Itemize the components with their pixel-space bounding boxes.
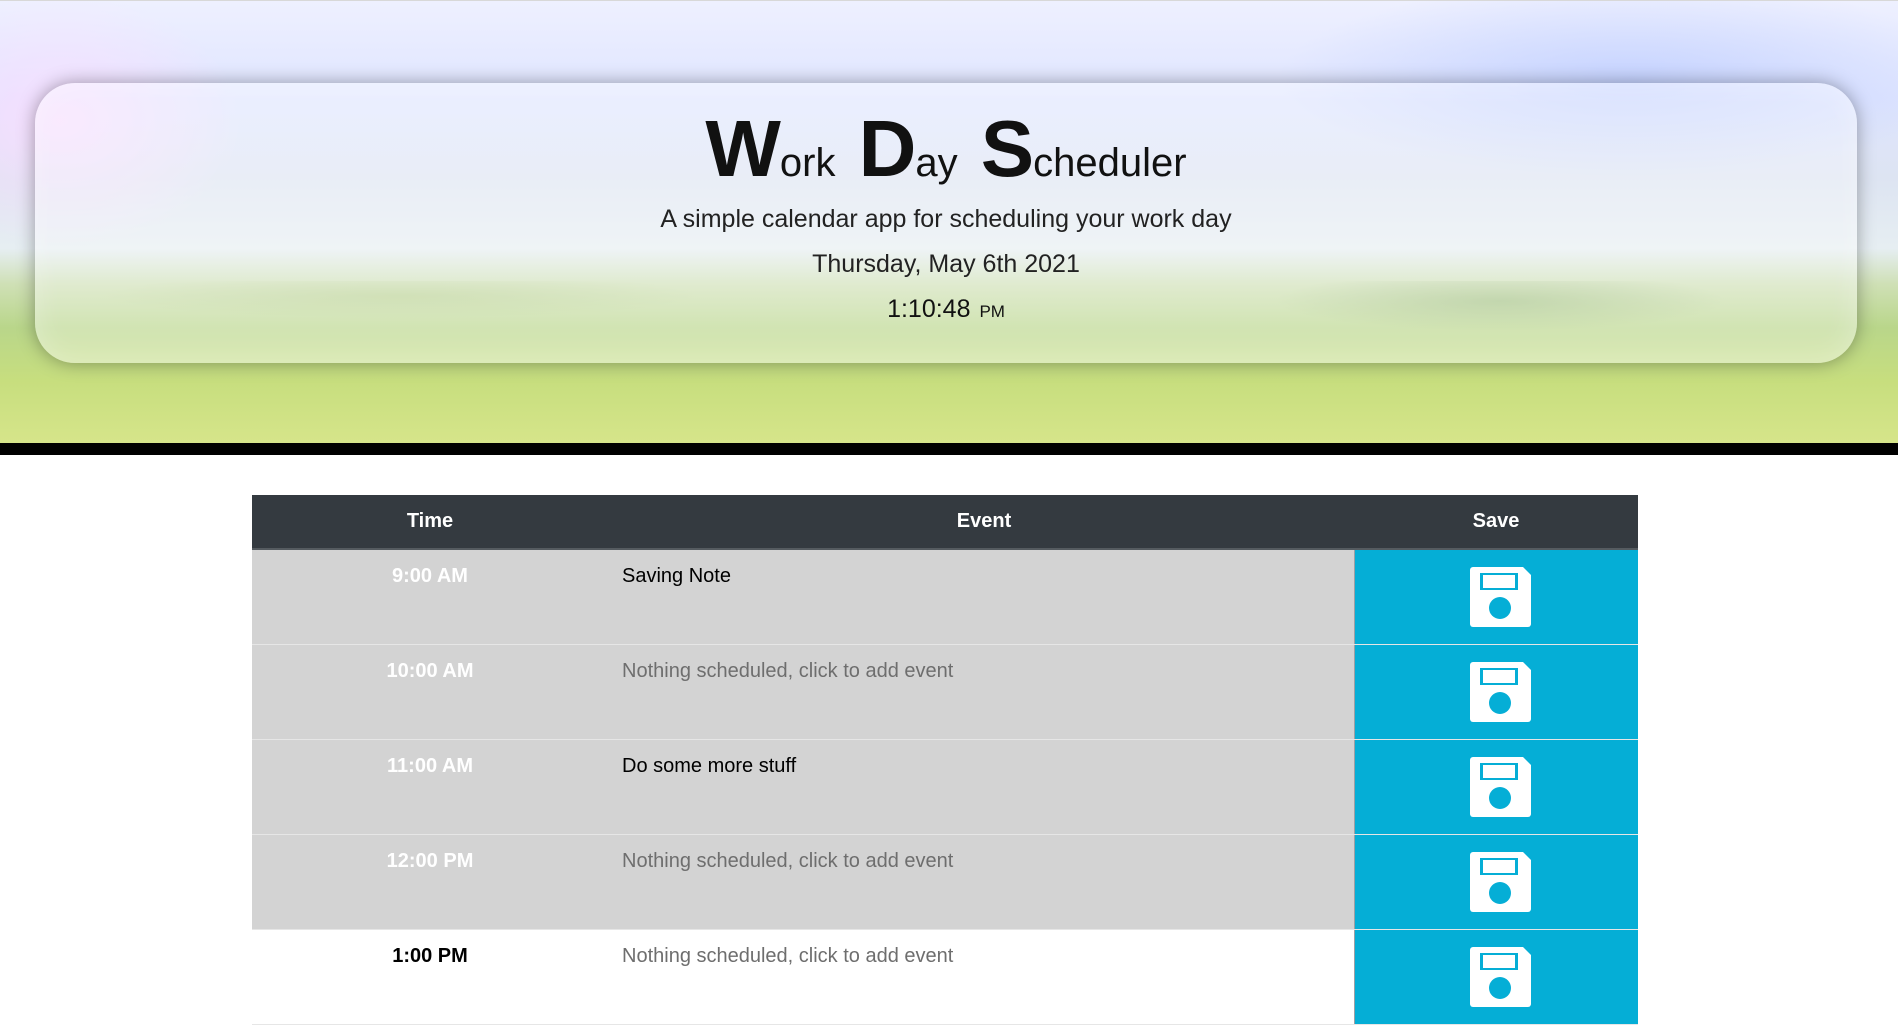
- column-header-save: Save: [1472, 510, 1520, 532]
- title-word-day: Day: [859, 109, 958, 189]
- table-body: 9:00 AM Saving Note 10:00 AM Nothing schedu…: [252, 550, 1638, 1025]
- floppy-disk-icon: [1470, 757, 1531, 817]
- floppy-disk-icon: [1470, 567, 1531, 627]
- table-row: 1:00 PM Nothing scheduled, click to add e…: [252, 930, 1638, 1025]
- clock-time: 1:10:48: [887, 295, 971, 323]
- column-header-event: Event: [956, 510, 1012, 532]
- save-button[interactable]: [1354, 645, 1638, 739]
- title-capital: W: [705, 104, 781, 193]
- table-row: 10:00 AM Nothing scheduled, click to add …: [252, 645, 1638, 740]
- table-row: 11:00 AM Do some more stuff: [252, 740, 1638, 835]
- hour-label: 12:00 PM: [386, 850, 474, 872]
- title-capital: D: [858, 104, 917, 193]
- table-row: 9:00 AM Saving Note: [252, 550, 1638, 645]
- floppy-disk-icon: [1470, 947, 1531, 1007]
- page-title: Work Day Scheduler: [35, 109, 1857, 189]
- current-date: Thursday, May 6th 2021: [812, 250, 1080, 278]
- save-button[interactable]: [1354, 550, 1638, 644]
- hour-label: 1:00 PM: [392, 945, 468, 967]
- title-rest: ork: [779, 141, 836, 185]
- clock-ampm: PM: [979, 302, 1005, 321]
- floppy-disk-icon: [1470, 852, 1531, 912]
- hour-label: 9:00 AM: [392, 565, 468, 587]
- hero-banner: Work Day Scheduler A simple calendar app…: [0, 0, 1898, 444]
- title-capital: S: [980, 104, 1034, 193]
- save-button[interactable]: [1354, 930, 1638, 1024]
- event-field[interactable]: Nothing scheduled, click to add event: [622, 945, 1342, 968]
- column-header-time: Time: [406, 510, 454, 532]
- event-field[interactable]: Nothing scheduled, click to add event: [622, 660, 1342, 683]
- hour-label: 10:00 AM: [386, 660, 474, 682]
- floppy-disk-icon: [1470, 662, 1531, 722]
- table-header: Time Event Save: [252, 495, 1638, 550]
- save-button[interactable]: [1354, 740, 1638, 834]
- title-rest: ay: [915, 141, 958, 185]
- table-row: 12:00 PM Nothing scheduled, click to add …: [252, 835, 1638, 930]
- page-subtitle: A simple calendar app for scheduling you…: [660, 205, 1232, 233]
- title-rest: cheduler: [1033, 141, 1187, 185]
- header-divider: [0, 443, 1898, 455]
- event-field[interactable]: Saving Note: [622, 565, 1342, 588]
- header-panel: Work Day Scheduler A simple calendar app…: [35, 83, 1857, 363]
- hour-label: 11:00 AM: [387, 755, 473, 777]
- schedule-table: Time Event Save 9:00 AM Saving Note 10:00 …: [252, 495, 1638, 1025]
- title-word-scheduler: Scheduler: [981, 109, 1187, 189]
- title-word-work: Work: [705, 109, 836, 189]
- save-button[interactable]: [1354, 835, 1638, 929]
- event-field[interactable]: Do some more stuff: [622, 755, 1342, 778]
- event-field[interactable]: Nothing scheduled, click to add event: [622, 850, 1342, 873]
- current-time: 1:10:48 PM: [35, 295, 1857, 324]
